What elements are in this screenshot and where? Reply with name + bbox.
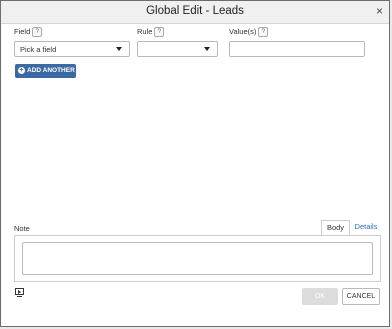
add-another-button[interactable]: + ADD ANOTHER: [15, 64, 76, 78]
rule-label: Rule: [137, 27, 153, 36]
note-textarea[interactable]: [22, 242, 373, 275]
plus-circle-icon: +: [18, 67, 25, 74]
dialog-title: Global Edit - Leads: [146, 5, 244, 17]
note-label: Note: [14, 224, 30, 233]
add-another-label: ADD ANOTHER: [27, 67, 75, 74]
field-label-group: Field?: [14, 27, 43, 38]
play-icon: [18, 290, 21, 294]
chevron-down-icon: [116, 47, 122, 51]
screen-play-icon[interactable]: [15, 288, 24, 297]
rule-help-icon[interactable]: ?: [154, 27, 165, 38]
field-select[interactable]: Pick a field: [14, 41, 130, 57]
ok-button[interactable]: OK: [302, 288, 338, 305]
note-panel: [14, 235, 381, 282]
chevron-down-icon: [204, 47, 210, 51]
rule-select[interactable]: [137, 41, 218, 57]
close-icon[interactable]: ×: [376, 4, 383, 18]
field-label: Field: [14, 27, 31, 36]
cancel-button[interactable]: CANCEL: [342, 288, 380, 305]
field-help-icon[interactable]: ?: [32, 27, 43, 38]
values-label: Value(s): [229, 27, 257, 36]
tab-details[interactable]: Details: [353, 220, 379, 235]
rule-label-group: Rule?: [137, 27, 165, 38]
global-edit-dialog: Global Edit - Leads × Field? Pick a fiel…: [0, 0, 390, 327]
values-label-group: Value(s)?: [229, 27, 269, 38]
tab-body[interactable]: Body: [321, 220, 350, 235]
monitor-stand: [17, 296, 22, 297]
values-help-icon[interactable]: ?: [258, 27, 269, 38]
field-select-value: Pick a field: [20, 45, 57, 54]
dialog-titlebar: Global Edit - Leads ×: [1, 1, 389, 24]
values-input[interactable]: [229, 41, 365, 57]
